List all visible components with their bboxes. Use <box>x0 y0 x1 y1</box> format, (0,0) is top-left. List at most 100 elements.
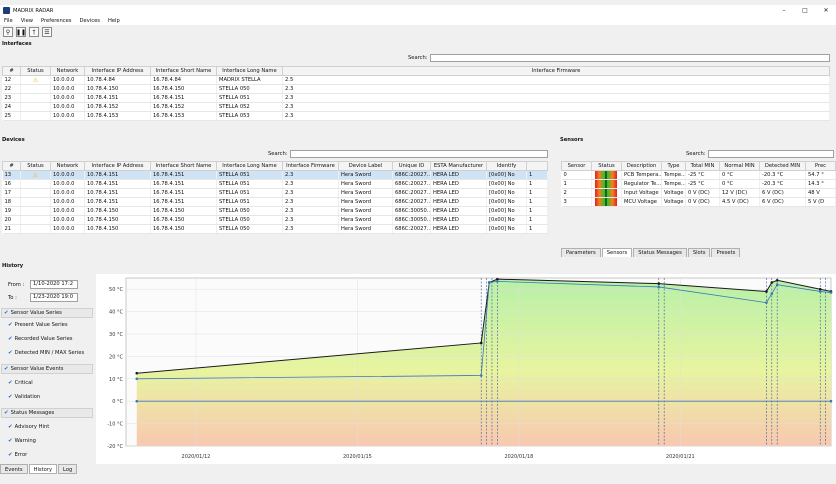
cell-x: 1 <box>526 197 548 207</box>
cell-long: STELLA 051 <box>216 93 283 103</box>
cell-nmin: 0 °C <box>719 179 760 189</box>
col-short-name[interactable]: Interface Short Name <box>150 161 217 171</box>
devices-search-input[interactable] <box>290 150 548 158</box>
col-type[interactable]: Type <box>661 161 686 171</box>
pause-icon: ❚❚ <box>15 28 27 36</box>
validation-option[interactable]: ✔ Validation <box>8 394 40 400</box>
sensors-search-label: Search: <box>686 151 706 157</box>
series-point <box>775 278 779 282</box>
col-short-name[interactable]: Interface Short Name <box>150 66 217 76</box>
table-row[interactable]: 0 PCB Tempera... Tempe... -25 °C 0 °C -20.3 °… <box>561 170 836 180</box>
menu-preferences[interactable]: Preferences <box>37 18 76 24</box>
advisory-hint-option[interactable]: ✔ Advisory Hint <box>8 424 49 430</box>
col-description[interactable]: Description <box>621 161 662 171</box>
pin-button[interactable]: † <box>29 27 39 37</box>
col-extra[interactable] <box>526 161 548 171</box>
table-row[interactable]: 18 10.0.0.0 10.78.4.151 16.78.4.151 STELLA 0… <box>2 197 548 207</box>
error-option[interactable]: ✔ Error <box>8 452 27 458</box>
col-num[interactable]: # <box>2 66 21 76</box>
col-long-name[interactable]: Interface Long Name <box>216 66 283 76</box>
pause-button[interactable]: ❚❚ <box>16 27 26 37</box>
tab-slots[interactable]: Slots <box>687 248 711 257</box>
status-messages-toggle[interactable]: ✔ Status Messages <box>1 408 93 418</box>
warning-option[interactable]: ✔ Warning <box>8 438 36 444</box>
table-row[interactable]: 21 10.0.0.0 10.78.4.150 16.78.4.150 STELLA 0… <box>2 224 548 234</box>
cell-tmin: -25 °C <box>685 179 720 189</box>
col-unique-id[interactable]: Unique ID <box>392 161 431 171</box>
tab-history[interactable]: History <box>28 464 58 474</box>
tab-log[interactable]: Log <box>58 464 78 474</box>
col-device-label[interactable]: Device Label <box>338 161 393 171</box>
table-row[interactable]: 20 10.0.0.0 10.78.4.150 16.78.4.150 STELLA 0… <box>2 215 548 225</box>
cell-num: 13 <box>2 170 21 180</box>
col-firmware[interactable]: Interface Firmware <box>282 161 339 171</box>
col-long-name[interactable]: Interface Long Name <box>216 161 283 171</box>
cell-sensor: 3 <box>561 197 592 207</box>
sensors-search-input[interactable] <box>708 150 834 158</box>
table-row[interactable]: 12 ⚠ 10.0.0.0 10.78.4.84 16.78.4.84 MADRIX ST… <box>2 75 830 85</box>
col-ip[interactable]: Interface IP Address <box>84 161 151 171</box>
cell-uid: 686C:20027... <box>392 188 431 198</box>
search-button[interactable]: ⚲ <box>3 27 13 37</box>
tab-sensors[interactable]: Sensors <box>601 248 633 257</box>
tab-presets[interactable]: Presets <box>711 248 741 257</box>
table-row[interactable]: 24 10.0.0.0 10.78.4.152 16.78.4.152 STELLA 0… <box>2 102 830 112</box>
list-button[interactable]: ☰ <box>42 27 52 37</box>
table-row[interactable]: 23 10.0.0.0 10.78.4.151 16.78.4.151 STELLA 0… <box>2 93 830 103</box>
menu-devices[interactable]: Devices <box>76 18 104 24</box>
tab-status-messages[interactable]: Status Messages <box>633 248 687 257</box>
col-status[interactable]: Status <box>591 161 622 171</box>
cell-identify: [0x00] No <box>486 170 527 180</box>
cell-esta: HERA LED <box>430 224 487 234</box>
table-row[interactable]: 17 10.0.0.0 10.78.4.151 16.78.4.151 STELLA 0… <box>2 188 548 198</box>
table-row[interactable]: 16 10.0.0.0 10.78.4.151 16.78.4.151 STELLA 0… <box>2 179 548 189</box>
table-row[interactable]: 19 10.0.0.0 10.78.4.150 16.78.4.150 STELLA 0… <box>2 206 548 216</box>
table-row[interactable]: 1 Regulator Te... Tempe... -25 °C 0 °C -20.3 … <box>561 179 836 189</box>
col-network[interactable]: Network <box>50 161 85 171</box>
col-ip[interactable]: Interface IP Address <box>84 66 151 76</box>
maximize-button[interactable]: □ <box>795 5 815 16</box>
menu-file[interactable]: File <box>0 18 17 24</box>
table-row[interactable]: 2 Input Voltage Voltage 0 V (DC) 12 V (DC) 6 … <box>561 188 836 198</box>
table-row[interactable]: 25 10.0.0.0 10.78.4.153 16.78.4.153 STELLA 0… <box>2 111 830 121</box>
col-firmware[interactable]: Interface Firmware <box>282 66 830 76</box>
toolbar: ⚲ ❚❚ † ☰ <box>0 26 52 38</box>
col-esta-manufacturer[interactable]: ESTA Manufacturer <box>430 161 487 171</box>
critical-option[interactable]: ✔ Critical <box>8 380 33 386</box>
interfaces-table: # Status Network Interface IP Address In… <box>2 66 830 121</box>
history-chart[interactable]: 50 °C 40 °C 30 °C 20 °C 10 °C 0 °C -10 °C -20 °… <box>96 274 836 464</box>
col-detected-min[interactable]: Detected MIN <box>759 161 806 171</box>
col-num[interactable]: # <box>2 161 21 171</box>
tab-events[interactable]: Events <box>0 464 28 474</box>
title-bar[interactable]: MADRIX RADAR – □ ✕ <box>0 5 836 16</box>
tab-parameters[interactable]: Parameters <box>561 248 601 257</box>
close-button[interactable]: ✕ <box>816 5 836 16</box>
col-sensor[interactable]: Sensor <box>561 161 592 171</box>
cell-fw: 2.3 <box>282 84 830 94</box>
interfaces-search-input[interactable] <box>430 54 830 62</box>
col-identify[interactable]: Identify <box>486 161 527 171</box>
detected-minmax-series-option[interactable]: ✔ Detected MIN / MAX Series <box>8 350 84 356</box>
col-prec[interactable]: Prec <box>805 161 836 171</box>
col-status[interactable]: Status <box>20 66 51 76</box>
cell-status <box>591 170 622 180</box>
table-row[interactable]: 3 MCU Voltage Voltage 0 V (DC) 4.5 V (DC) 6 V… <box>561 197 836 207</box>
col-normal-min[interactable]: Normal MIN <box>719 161 760 171</box>
menu-help[interactable]: Help <box>104 18 124 24</box>
table-row[interactable]: 22 10.0.0.0 10.78.4.150 16.78.4.150 STELLA 0… <box>2 84 830 94</box>
cell-num: 17 <box>2 188 21 198</box>
to-date-input[interactable]: 1/23-2020 19:0 <box>30 293 78 302</box>
menu-view[interactable]: View <box>17 18 37 24</box>
col-total-min[interactable]: Total MIN <box>685 161 720 171</box>
present-value-series-option[interactable]: ✔ Present Value Series <box>8 322 68 328</box>
from-date-input[interactable]: 1/10-2020 17:2 <box>30 280 78 289</box>
recorded-value-series-option[interactable]: ✔ Recorded Value Series <box>8 336 73 342</box>
cell-status <box>591 188 622 198</box>
cell-nmin: 4.5 V (DC) <box>719 197 760 207</box>
col-status[interactable]: Status <box>20 161 51 171</box>
minimize-button[interactable]: – <box>774 5 794 16</box>
table-row[interactable]: 13 ⚠ 10.0.0.0 10.78.4.151 16.78.4.151 STELLA … <box>2 170 548 180</box>
col-network[interactable]: Network <box>50 66 85 76</box>
sensor-value-events-toggle[interactable]: ✔ Sensor Value Events <box>1 364 93 374</box>
sensor-value-series-toggle[interactable]: ✔ Sensor Value Series <box>1 308 93 318</box>
